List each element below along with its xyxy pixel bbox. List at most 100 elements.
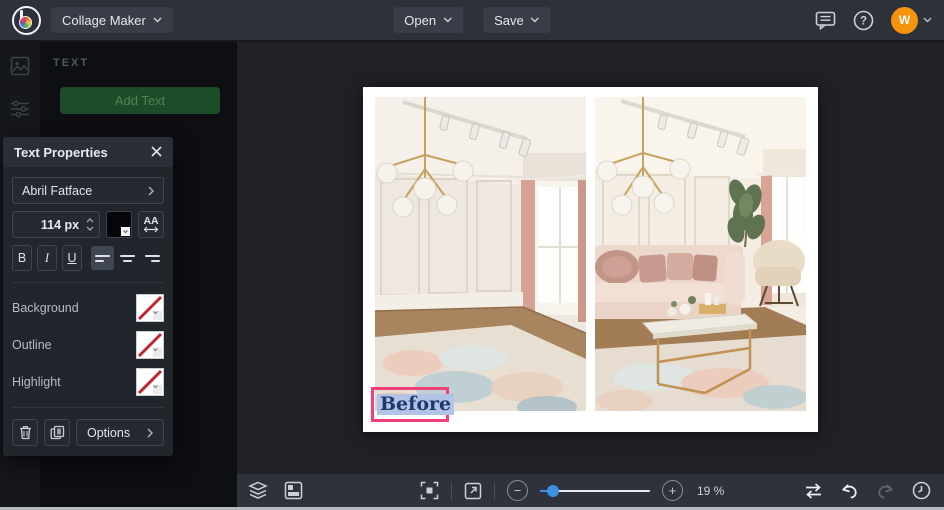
text-object-value: Before [377,393,455,416]
swatch-dropdown-icon [153,385,162,394]
bottom-toolbar: − + 19 % [237,474,944,507]
collage-frame[interactable]: Before [363,87,818,432]
collage-photo-before[interactable] [375,97,586,411]
adjust-sliders-icon[interactable] [10,100,30,118]
redo-button[interactable] [876,483,895,499]
text-properties-panel: Text Properties Abril Fatface 114 px AA … [3,137,173,456]
zoom-percent: 19 % [697,483,725,498]
topbar-center: Open Save [393,7,551,33]
account-menu[interactable]: W [891,6,932,34]
toolbar-left-group [248,474,303,507]
layout-manager-button[interactable] [284,481,303,500]
outline-row: Outline [12,331,164,359]
image-manager-icon[interactable] [10,56,30,76]
compare-arrows-icon [806,482,821,499]
history-clock-icon [912,481,931,500]
panel-title: Text Properties [14,144,108,160]
chevron-down-icon [153,17,162,23]
font-size-value: 114 px [40,217,80,232]
add-text-button[interactable]: Add Text [60,87,220,114]
text-style-row: B I U [12,245,164,271]
trash-icon [19,426,31,440]
bold-button[interactable]: B [12,245,32,271]
stepper-up-icon [86,218,94,223]
letter-spacing-button[interactable]: AA [138,211,164,238]
highlight-label: Highlight [12,375,61,389]
panel-footer: Options [12,419,164,446]
undo-button[interactable] [840,483,859,499]
align-left-button[interactable] [91,246,114,270]
outline-color-swatch[interactable] [136,331,164,359]
italic-button[interactable]: I [37,245,57,271]
background-color-swatch[interactable] [136,294,164,322]
divider [12,282,164,283]
chevron-down-icon [923,17,932,23]
text-properties-header: Text Properties [3,137,173,167]
font-size-input[interactable]: 114 px [12,211,101,238]
text-color-swatch[interactable] [106,211,133,238]
layers-button[interactable] [248,481,268,500]
alignment-group [91,246,164,270]
swatch-dropdown-icon [153,348,162,357]
zoom-out-button[interactable]: − [507,480,528,501]
letter-spacing-label: AA [143,214,159,227]
divider [494,481,495,500]
help-icon: ? [853,10,874,30]
undo-icon [842,484,857,498]
topbar-right: ? W [815,6,932,34]
app-title-menu[interactable]: Collage Maker [51,7,173,33]
svg-text:?: ? [860,15,867,27]
font-family-select[interactable]: Abril Fatface [12,177,164,204]
background-row: Background [12,294,164,322]
font-size-row: 114 px AA [12,211,164,238]
collage-layout-icon [284,481,303,500]
swatch-dropdown-icon [153,311,162,320]
chevron-right-icon [148,185,154,196]
user-avatar: W [891,6,918,34]
chevron-right-icon [147,427,153,438]
chevron-down-icon [443,17,452,23]
align-right-button[interactable] [141,246,164,270]
fit-to-screen-button[interactable] [420,481,439,500]
avatar-initial: W [898,13,911,27]
background-label: Background [12,301,79,315]
font-size-stepper[interactable] [79,218,99,231]
compare-button[interactable] [804,482,823,499]
layers-icon [248,481,268,499]
collage-photo-after[interactable] [595,97,806,411]
options-label: Options [87,425,131,440]
befunky-logo[interactable] [12,5,41,35]
save-button[interactable]: Save [483,7,551,33]
zoom-slider[interactable] [540,484,650,498]
highlight-color-swatch[interactable] [136,368,164,396]
duplicate-text-button[interactable] [44,419,70,446]
help-button[interactable]: ? [853,10,874,31]
toolbar-zoom-group: − + 19 % [420,474,724,507]
history-button[interactable] [912,481,931,500]
chat-icon [815,11,836,30]
open-preview-icon [464,482,482,499]
options-button[interactable]: Options [76,419,164,446]
preview-button[interactable] [464,482,482,500]
selected-text-object[interactable]: Before [371,387,455,422]
text-properties-body: Abril Fatface 114 px AA B I U Background… [3,167,173,446]
align-center-button[interactable] [116,246,139,270]
feedback-chat-button[interactable] [815,11,836,30]
close-panel-button[interactable] [151,145,162,159]
divider [451,481,452,500]
outline-label: Outline [12,338,52,352]
close-icon [151,146,162,157]
toolbar-history-group [804,474,931,507]
underline-button[interactable]: U [62,245,82,271]
zoom-in-button[interactable]: + [662,480,683,501]
divider [12,407,164,408]
open-button[interactable]: Open [393,7,464,33]
zoom-slider-thumb[interactable] [547,484,559,497]
topbar: Collage Maker Open Save ? W [0,0,944,40]
canvas-area: Before [237,40,944,474]
swatch-dropdown-icon [121,227,131,236]
stepper-down-icon [86,226,94,231]
fit-screen-icon [420,481,439,500]
delete-text-button[interactable] [12,419,38,446]
open-label: Open [404,12,437,28]
